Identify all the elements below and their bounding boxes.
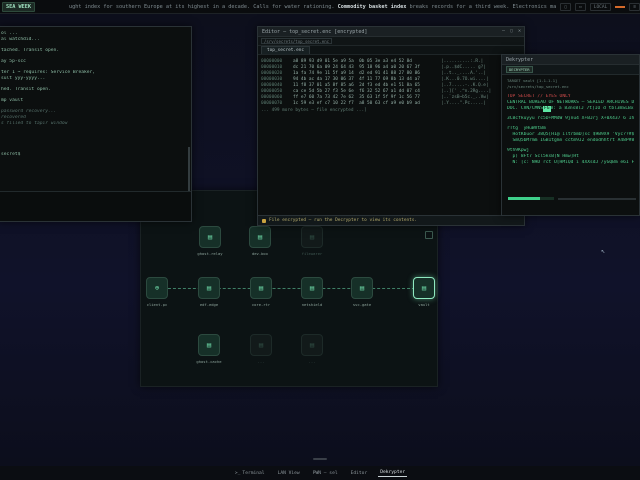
ticker-headline-b: Commodity basket index — [337, 3, 407, 10]
lan-node-dev-box[interactable]: ▤ — [249, 226, 271, 248]
fullscreen-icon[interactable] — [425, 231, 433, 239]
taskbar-label: PWN — sel — [312, 470, 338, 476]
window-controls: — ▢ ✕ — [502, 28, 521, 34]
lan-node--[interactable]: ▤ — [301, 334, 323, 356]
decrypted-line: SmQ5bMrmm IGB1tgmn cctm9J2 endodhhtrt A4… — [512, 138, 634, 143]
hex-dump: 00000000 a8 89 93 d9 01 5e a9 5a 0b 05 3e… — [258, 55, 524, 118]
taskbar-label: Dekrypter — [380, 470, 406, 475]
hex-offset: 00000070 — [261, 101, 283, 106]
ticker-badge: SEA WEEK — [2, 1, 35, 12]
editor-path-row: /srv/secrets/top_secret.enc — [258, 37, 524, 46]
editor-status-text: File encrypted — run the Decrypter to vi… — [269, 218, 418, 223]
tab-top-secret[interactable]: top_secret.enc — [261, 46, 311, 54]
tray-pill[interactable]: ▭ — [575, 3, 586, 11]
ticker-text: ught index for southern Europe at its hi… — [69, 4, 594, 10]
lan-node-label: ghost-relay — [197, 251, 223, 256]
lan-node-edf-edge[interactable]: ▤ — [198, 277, 220, 299]
editor-tabs: top_secret.enc — [258, 46, 524, 55]
lan-node-vault[interactable]: ▤ — [413, 277, 435, 299]
lan-node-label: ghost-cache — [196, 359, 222, 364]
terminal-output: ol ... al watchdid... tached. Transit open… — [0, 27, 191, 162]
lan-node-filewarer[interactable]: ▤ — [301, 226, 323, 248]
editor-status-bar: File encrypted — run the Decrypter to vi… — [258, 215, 524, 225]
decrypter-toolbar: DECRYPTER — [502, 65, 639, 75]
editor-window[interactable]: Editor — top_secret.enc [encrypted] — ▢ … — [257, 26, 525, 226]
decrypted-line: N: [c: N9D rct U[HMiQd i 4XXsdJ /yGQBm e… — [512, 160, 634, 165]
tray-local-button[interactable]: LOCAL — [589, 3, 612, 11]
lan-node-label: ... — [308, 359, 316, 364]
taskbar-editor[interactable]: Editor — [349, 470, 370, 477]
minimize-icon[interactable]: — — [502, 28, 505, 34]
lan-node-svc-gate[interactable]: ▤ — [351, 277, 373, 299]
taskbar-lan-view[interactable]: LAN View — [276, 470, 302, 477]
decrypter-title: Dekrypter — [506, 56, 534, 63]
decrypt-progress-fill — [508, 197, 541, 200]
terminal-input-area[interactable] — [0, 191, 191, 221]
taskbar-handle[interactable] — [313, 458, 327, 460]
terminal-window[interactable]: ol ... al watchdid... tached. Transit open… — [0, 26, 192, 222]
decrypter-titlebar[interactable]: Dekrypter — [502, 55, 639, 65]
path-field[interactable]: /srv/secrets/top_secret.enc — [261, 38, 333, 44]
hex-row: 00000070 1c 59 e3 ef c7 10 22 f7 a8 50 63… — [261, 101, 521, 107]
ticker-body-a: southern Europe at its highest in a deca… — [112, 3, 338, 10]
lan-node-ghost-relay[interactable]: ▤ — [199, 226, 221, 248]
lan-node-label: client-pc — [146, 302, 168, 307]
hex-more-note: ... 499 more bytes — file encrypted ...] — [261, 108, 367, 113]
lan-node-label: svc-gate — [352, 302, 372, 307]
decrypt-progress-bar — [508, 197, 554, 200]
news-ticker: SEA WEEK ught index for southern Europe … — [0, 0, 640, 14]
terminal-scrollbar[interactable] — [188, 147, 190, 197]
lan-node-label: ... — [257, 359, 265, 364]
decrypter-pill: DECRYPTER — [506, 66, 533, 73]
decrypted-line: DOC. CVN/CMNSFG8: a 83ns8lJ 7t]IO d tbl3… — [507, 106, 634, 112]
mouse-cursor-icon: ↖ — [601, 247, 606, 255]
editor-titlebar[interactable]: Editor — top_secret.enc [encrypted] — ▢ … — [258, 27, 524, 37]
taskbar-dekrypter[interactable]: Dekrypter — [378, 469, 408, 477]
lock-icon — [262, 218, 266, 223]
taskbar: >_ Terminal LAN View PWN — sel Editor Dekrypt… — [0, 466, 640, 480]
close-icon[interactable]: ✕ — [518, 28, 521, 34]
lan-node-netshield[interactable]: ▤ — [301, 277, 323, 299]
taskbar-terminal[interactable]: >_ Terminal — [233, 470, 267, 477]
decrypter-output: TARGET vault [1.1.1.1] /srv/secrets/top_… — [502, 75, 639, 169]
lan-node-client-pc[interactable]: ⊕ — [146, 277, 168, 299]
lan-node-ghost-cache[interactable]: ▤ — [198, 334, 220, 356]
lan-node-label: filewarer — [301, 251, 323, 256]
decrypt-progress-track — [558, 198, 636, 200]
lan-node-core-rtr[interactable]: ▤ — [250, 277, 272, 299]
tray-activity-bar — [615, 6, 626, 8]
lan-node-label: edf-edge — [199, 302, 219, 307]
editor-title: Editor — top_secret.enc [encrypted] — [262, 28, 368, 35]
taskbar-pwn-sel[interactable]: PWN — sel — [311, 470, 340, 477]
tray-mode-toggle[interactable]: ▢ — [560, 3, 572, 11]
lan-node-label: core-rtr — [251, 302, 271, 307]
tray-menu-icon[interactable]: ≡ — [629, 3, 640, 11]
taskbar-label: Editor — [350, 470, 368, 476]
tray: ▢ ▭ LOCAL ≡ — [556, 0, 640, 13]
hex-ascii: |.Y....".Pc.....| — [441, 101, 486, 106]
terminal-icon: >_ — [234, 470, 241, 476]
terminal-line: secret$ — [1, 152, 21, 157]
decrypted-line: 3C8cfkuyyu rc5D+MMdW 9jnu4 X+BJrj X+0X43… — [507, 116, 634, 121]
taskbar-label: LAN View — [277, 470, 300, 476]
maximize-icon[interactable]: ▢ — [510, 28, 513, 34]
decrypt-cursor: FG — [542, 106, 551, 112]
decrypter-window[interactable]: Dekrypter DECRYPTER TARGET vault [1.1.1.… — [501, 54, 640, 216]
ticker-lead: ught index for — [69, 3, 113, 10]
lan-node--[interactable]: ▤ — [250, 334, 272, 356]
lan-node-label: netshield — [301, 302, 323, 307]
lan-node-label: dev-box — [251, 251, 268, 256]
hex-bytes: 1c 59 e3 ef c7 10 22 f7 a8 50 63 cf a9 e… — [293, 101, 420, 106]
taskbar-label: Terminal — [242, 470, 265, 476]
lan-node-label: vault — [418, 302, 430, 307]
